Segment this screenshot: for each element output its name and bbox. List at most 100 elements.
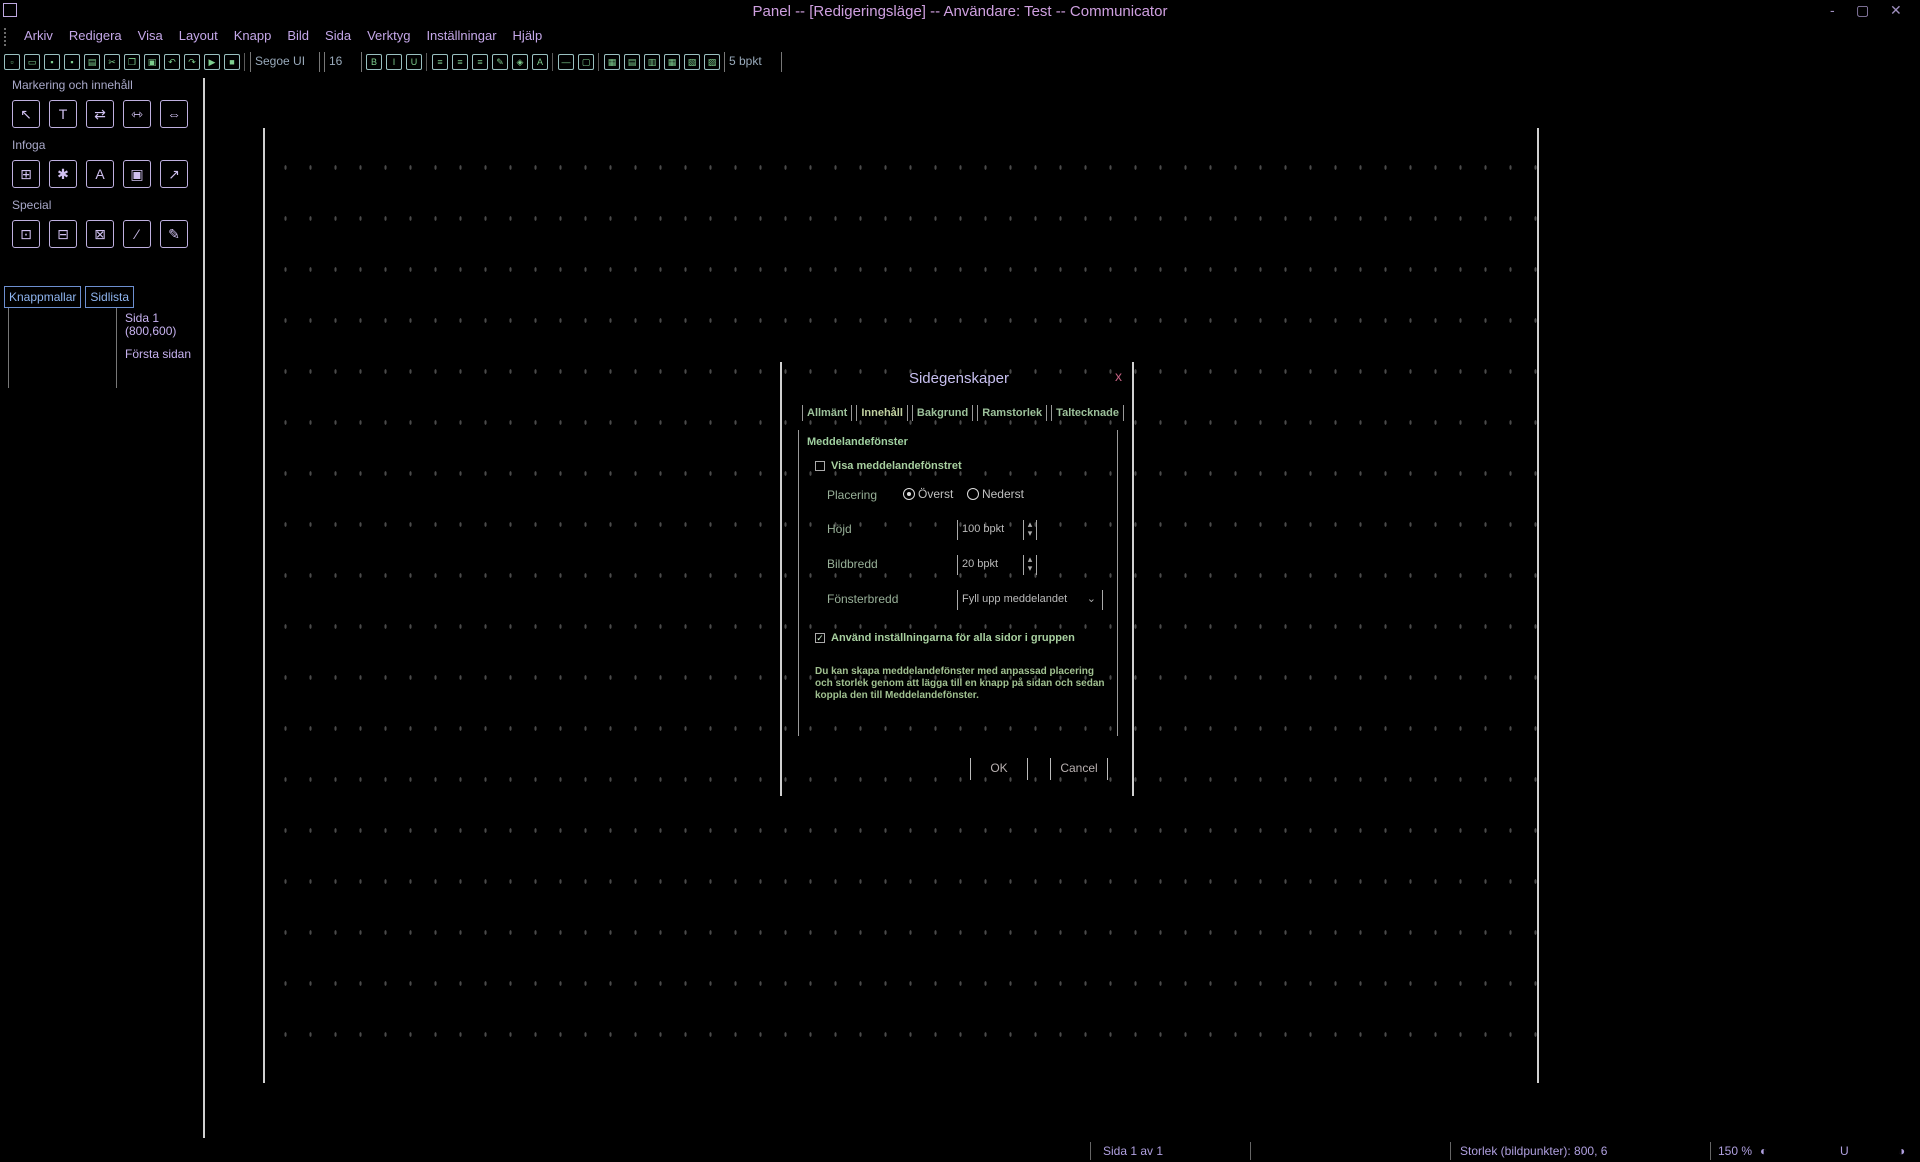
radio-top-dot[interactable] (903, 488, 915, 500)
section-insert-label: Infoga (12, 138, 46, 152)
special-tool-1-icon[interactable]: ⊡ (12, 220, 40, 248)
redo-icon[interactable]: ↷ (184, 54, 200, 70)
insert-button-icon[interactable]: ⊞ (12, 160, 40, 188)
play-icon[interactable]: ▶ (204, 54, 220, 70)
align-center-icon[interactable]: ≡ (452, 54, 468, 70)
paste-icon[interactable]: ▣ (144, 54, 160, 70)
tab-innehall[interactable]: Innehåll (856, 405, 908, 421)
italic-icon[interactable]: I (386, 54, 402, 70)
dialog-title: Sidegenskaper (908, 370, 1010, 387)
menu-verktyg[interactable]: Verktyg (359, 26, 418, 48)
status-page: Sida 1 av 1 (1103, 1144, 1164, 1158)
align-right-icon[interactable]: ≡ (472, 54, 488, 70)
open-folder-icon[interactable]: ▭ (24, 54, 40, 70)
menubar-grip[interactable] (4, 28, 12, 46)
line-width-icon[interactable]: ― (558, 54, 574, 70)
menu-redigera[interactable]: Redigera (61, 26, 130, 48)
menu-arkiv[interactable]: Arkiv (16, 26, 61, 48)
apply-all-row[interactable]: ✓ Använd inställningarna för alla sidor … (815, 632, 1075, 644)
border-icon[interactable]: ▢ (578, 54, 594, 70)
undo-icon[interactable]: ↶ (164, 54, 180, 70)
bold-icon[interactable]: B (366, 54, 382, 70)
tab-ramstorlek[interactable]: Ramstorlek (977, 405, 1048, 421)
tab-allmant[interactable]: Allmänt (802, 405, 853, 421)
tab-taltecknade[interactable]: Taltecknade (1051, 405, 1124, 421)
spacing-field[interactable]: 5 bpkt (724, 52, 782, 72)
window-width-select[interactable]: Fyll upp meddelandet ⌄ (957, 590, 1103, 610)
copy-icon[interactable]: ❐ (124, 54, 140, 70)
chevron-down-icon[interactable]: ⌄ (1087, 592, 1096, 605)
special-tool-3-icon[interactable]: ⊠ (86, 220, 114, 248)
pen-color-icon[interactable]: ✎ (492, 54, 508, 70)
close-button[interactable]: ✕ (1890, 2, 1902, 19)
tab-bakgrund[interactable]: Bakgrund (911, 405, 974, 421)
menu-visa[interactable]: Visa (130, 26, 171, 48)
status-separator (1710, 1142, 1711, 1160)
align-left-icon[interactable]: ≡ (432, 54, 448, 70)
height-input[interactable]: 100 bpkt (957, 520, 1023, 540)
height-label: Höjd (827, 522, 852, 536)
description-text: Du kan skapa meddelandefönster med anpas… (815, 666, 1105, 701)
menu-hjalp[interactable]: Hjälp (505, 26, 551, 48)
dialog-body: Meddelandefönster Visa meddelandefönstre… (798, 430, 1118, 736)
font-size-field[interactable]: 16 (324, 52, 362, 72)
ok-button[interactable]: OK (970, 758, 1028, 780)
radio-bottom-dot[interactable] (966, 488, 979, 500)
zoom-icon[interactable]: ◐ (1760, 1144, 1767, 1158)
help-icon[interactable]: ◑ (1898, 1144, 1905, 1158)
new-file-icon[interactable]: ▫ (4, 54, 20, 70)
maximize-button[interactable]: ▢ (1856, 2, 1869, 19)
layout-cols-icon[interactable]: ▥ (644, 54, 660, 70)
stretch-tool-icon[interactable]: ⇔ (160, 100, 188, 128)
radio-bottom[interactable]: Nederst (966, 487, 1024, 501)
save-icon[interactable]: ▪ (44, 54, 60, 70)
fill-color-icon[interactable]: ◈ (512, 54, 528, 70)
show-message-box-checkbox[interactable] (815, 461, 825, 471)
minimize-button[interactable]: - (1830, 2, 1835, 18)
swap-tool-icon[interactable]: ⇄ (86, 100, 114, 128)
special-tool-2-icon[interactable]: ⊟ (49, 220, 77, 248)
pencil-icon[interactable]: ✎ (160, 220, 188, 248)
insert-link-icon[interactable]: ↗ (160, 160, 188, 188)
resize-tool-icon[interactable]: ⇿ (123, 100, 151, 128)
menu-layout[interactable]: Layout (171, 26, 226, 48)
status-size: Storlek (bildpunkter): 800, 6 (1460, 1144, 1608, 1158)
cut-icon[interactable]: ✂ (104, 54, 120, 70)
layout-grid-icon[interactable]: ▦ (604, 54, 620, 70)
text-tool-icon[interactable]: T (49, 100, 77, 128)
height-stepper-arrows-icon[interactable]: ▴ ▾ (1023, 520, 1037, 540)
dialog-close-icon[interactable]: x (1115, 368, 1122, 384)
image-width-stepper-arrows-icon[interactable]: ▴ ▾ (1023, 555, 1037, 575)
radio-top[interactable]: Överst (903, 487, 953, 501)
eyedropper-icon[interactable]: ⁄ (123, 220, 151, 248)
menu-installningar[interactable]: Inställningar (418, 26, 504, 48)
menu-sida[interactable]: Sida (317, 26, 359, 48)
layout-distribute-icon[interactable]: ▧ (684, 54, 700, 70)
image-width-stepper[interactable]: 20 bpkt ▴ ▾ (957, 555, 1037, 575)
status-zoom[interactable]: 150 % (1718, 1144, 1752, 1158)
layout-cells-icon[interactable]: ▦ (664, 54, 680, 70)
menu-bild[interactable]: Bild (279, 26, 317, 48)
tab-sidlista[interactable]: Sidlista (85, 286, 135, 308)
insert-image-icon[interactable]: ▣ (123, 160, 151, 188)
toolbar-separator (244, 53, 246, 71)
font-name-field[interactable]: Segoe UI (250, 52, 320, 72)
tab-knappmallar[interactable]: Knappmallar (4, 286, 82, 308)
image-width-input[interactable]: 20 bpkt (957, 555, 1023, 575)
height-stepper[interactable]: 100 bpkt ▴ ▾ (957, 520, 1037, 540)
insert-symbol-icon[interactable]: ✱ (49, 160, 77, 188)
pointer-tool-icon[interactable]: ↖ (12, 100, 40, 128)
show-message-box-row[interactable]: Visa meddelandefönstret (815, 460, 962, 472)
text-color-icon[interactable]: A (532, 54, 548, 70)
layout-rows-icon[interactable]: ▤ (624, 54, 640, 70)
cancel-button[interactable]: Cancel (1050, 758, 1108, 780)
stop-icon[interactable]: ■ (224, 54, 240, 70)
menu-knapp[interactable]: Knapp (226, 26, 280, 48)
layout-align-icon[interactable]: ▨ (704, 54, 720, 70)
underline-icon[interactable]: U (406, 54, 422, 70)
apply-all-checkbox[interactable]: ✓ (815, 633, 825, 643)
save-all-icon[interactable]: ▪ (64, 54, 80, 70)
print-icon[interactable]: ▤ (84, 54, 100, 70)
insert-text-icon[interactable]: A (86, 160, 114, 188)
group-title: Meddelandefönster (807, 436, 908, 448)
